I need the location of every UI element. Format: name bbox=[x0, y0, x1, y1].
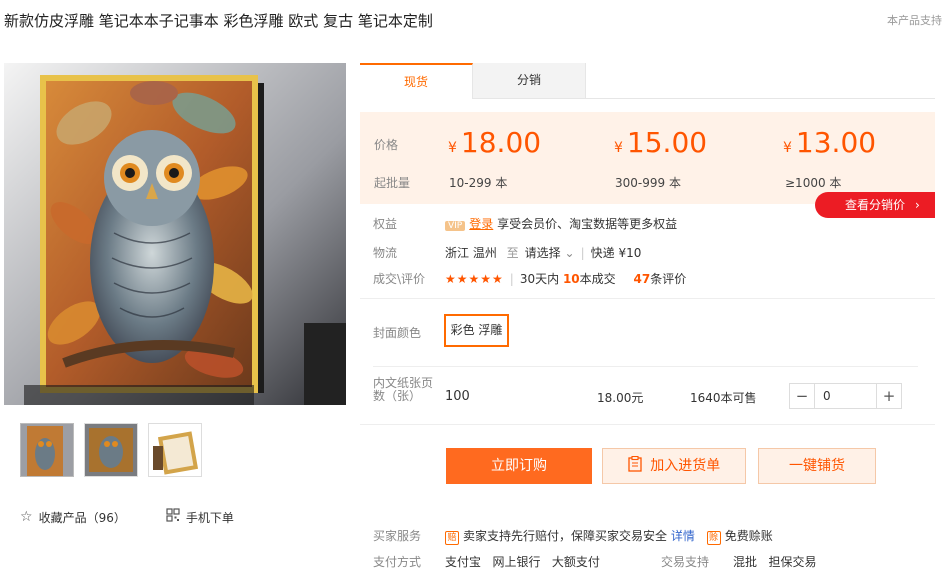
increment-button[interactable]: + bbox=[877, 384, 901, 408]
price-tier-1: ¥18.00 bbox=[448, 126, 542, 159]
view-distribution-price-button[interactable]: 查看分销价 › bbox=[815, 192, 935, 218]
add-to-cart-button[interactable]: 加入进货单 bbox=[602, 448, 746, 484]
product-title: 新款仿皮浮雕 笔记本本子记事本 彩色浮雕 欧式 复古 笔记本定制 bbox=[4, 12, 433, 30]
shield-icon: 赔 bbox=[445, 531, 459, 545]
purchase-tabs: 现货 分销 bbox=[360, 63, 935, 99]
credit-icon: 赊 bbox=[706, 531, 721, 545]
report-link[interactable]: 本产品支持 bbox=[887, 12, 942, 28]
qr-code-icon bbox=[166, 508, 180, 526]
spec-value: 100 bbox=[445, 389, 470, 404]
quantity-stepper: − 0 + bbox=[789, 383, 902, 409]
login-link[interactable]: 登录 bbox=[469, 217, 493, 231]
vip-badge: VIP bbox=[445, 221, 466, 231]
spec-label: 内文纸张页数（张） bbox=[373, 376, 434, 403]
moq-label: 起批量 bbox=[374, 176, 411, 190]
favorite-button[interactable]: ☆ 收藏产品（96） bbox=[20, 508, 126, 526]
rating-row: 成交\评价 ★★★★★ | 30天内 10本成交 47条评价 bbox=[373, 272, 687, 286]
guarantee-row: 赔卖家支持先行赔付，保障买家交易安全 详情 赊免费赊账 bbox=[445, 527, 773, 545]
payment-methods: 支付宝 网上银行 大额支付 bbox=[445, 555, 600, 569]
trade-methods: 混批 担保交易 bbox=[733, 555, 817, 569]
logistics-origin: 浙江 温州 bbox=[445, 246, 497, 260]
price-box: 价格 起批量 ¥18.00 ¥15.00 ¥13.00 10-299 本 300… bbox=[360, 112, 935, 204]
chevron-right-icon: › bbox=[915, 198, 920, 212]
cover-color-option[interactable]: 彩色 浮雕 bbox=[444, 314, 509, 347]
price-tier-3: ¥13.00 bbox=[783, 126, 877, 159]
benefits-text: 享受会员价、淘宝数据等更多权益 bbox=[497, 217, 678, 231]
moq-tier-1: 10-299 本 bbox=[449, 176, 508, 190]
moq-tier-3: ≥1000 本 bbox=[785, 176, 842, 190]
spec-price: 18.00元 bbox=[597, 391, 644, 405]
side-actions: ☆ 收藏产品（96） 手机下单 bbox=[20, 508, 234, 526]
benefits-label: 权益 bbox=[373, 217, 398, 231]
reviews-link[interactable]: 47条评价 bbox=[634, 272, 687, 286]
sales-count: 10 bbox=[562, 272, 580, 286]
mobile-order-button[interactable]: 手机下单 bbox=[166, 508, 234, 526]
payment-label: 支付方式 bbox=[373, 555, 422, 569]
thumbnail-2[interactable] bbox=[84, 423, 138, 477]
sales-suffix: 本成交 bbox=[579, 272, 616, 286]
rating-stars: ★★★★★ bbox=[445, 272, 504, 286]
destination-select[interactable]: 请选择 ⌄ bbox=[525, 246, 575, 260]
free-comp: 免费赊账 bbox=[724, 529, 773, 543]
logistics-to: 至 bbox=[506, 246, 519, 260]
tab-distribution[interactable]: 分销 bbox=[473, 63, 586, 99]
cover-color-row: 封面颜色 bbox=[373, 324, 445, 341]
price-label: 价格 bbox=[374, 138, 399, 152]
tab-spot[interactable]: 现货 bbox=[360, 63, 473, 99]
sales-prefix: 30天内 bbox=[519, 272, 560, 286]
mobile-order-label: 手机下单 bbox=[185, 510, 234, 525]
thumbnail-strip bbox=[20, 423, 202, 477]
thumbnail-1[interactable] bbox=[20, 423, 74, 477]
spec-stock: 1640本可售 bbox=[690, 391, 757, 405]
logistics-label: 物流 bbox=[373, 246, 398, 260]
express-fee: 快递 ¥10 bbox=[590, 246, 642, 260]
quantity-input[interactable]: 0 bbox=[814, 384, 877, 408]
rating-label: 成交\评价 bbox=[373, 272, 426, 286]
thumbnail-owl-image bbox=[21, 424, 73, 476]
chevron-down-icon: ⌄ bbox=[564, 246, 575, 260]
favorite-label: 收藏产品（96） bbox=[38, 510, 126, 525]
order-now-button[interactable]: 立即订购 bbox=[446, 448, 592, 484]
thumbnail-owl-side-image bbox=[85, 424, 137, 476]
star-outline-icon: ☆ bbox=[20, 509, 33, 525]
price-tier-2: ¥15.00 bbox=[614, 126, 708, 159]
cover-color-label: 封面颜色 bbox=[373, 326, 422, 340]
one-click-dropship-button[interactable]: 一键铺货 bbox=[758, 448, 876, 484]
owl-notebook-image bbox=[4, 63, 346, 405]
thumbnail-3[interactable] bbox=[148, 423, 202, 477]
benefits-row: 权益 VIP 登录 享受会员价、淘宝数据等更多权益 bbox=[373, 215, 677, 232]
thumbnail-open-book-image bbox=[149, 424, 201, 476]
trade-support-label: 交易支持 bbox=[661, 555, 710, 569]
main-product-image[interactable] bbox=[4, 63, 346, 405]
moq-tier-2: 300-999 本 bbox=[615, 176, 681, 190]
logistics-row: 物流 浙江 温州 至请选择 ⌄ | 快递 ¥10 bbox=[373, 246, 642, 260]
decrement-button[interactable]: − bbox=[790, 384, 814, 408]
detail-link[interactable]: 详情 bbox=[671, 529, 695, 543]
clipboard-icon bbox=[628, 455, 646, 474]
buyer-service-label: 买家服务 bbox=[373, 529, 422, 543]
